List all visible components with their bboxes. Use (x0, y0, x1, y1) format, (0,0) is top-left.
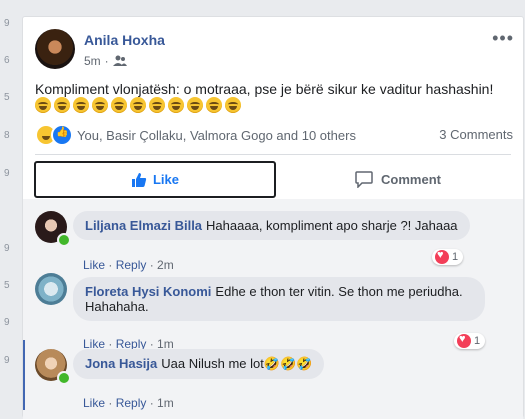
post-time[interactable]: 5m (84, 54, 101, 68)
comment-text: Hahaaaa, kompliment apo sharje ?! Jahaaa (206, 218, 458, 233)
comments-count[interactable]: 3 Comments (439, 127, 513, 142)
grinning-emoji-icon (187, 97, 203, 113)
grinning-emoji-icon (225, 97, 241, 113)
post-card: Anila Hoxha 5m · ••• Kompliment vlonjatë… (22, 16, 524, 419)
grinning-emoji-icon (111, 97, 127, 113)
left-strip-digit: 5 (4, 92, 10, 103)
online-indicator (57, 371, 71, 385)
post-meta: 5m · (84, 54, 127, 68)
left-strip-digit: 9 (4, 168, 10, 179)
comment-like-link[interactable]: Like (83, 396, 105, 410)
comment-actions: Like · Reply · 1m (83, 396, 174, 410)
comment-time[interactable]: 1m (157, 396, 174, 410)
reaction-count: 1 (452, 251, 459, 263)
grinning-emoji-icon (206, 97, 222, 113)
comment-item: Jona Hasija Uaa Nilush me lot🤣🤣🤣 Like · R… (23, 343, 523, 413)
like-label: Like (152, 172, 179, 187)
comment-button[interactable]: Comment (283, 163, 513, 196)
comments-section: Liljana Elmazi Billa Hahaaaa, kompliment … (23, 199, 523, 419)
left-strip-digit: 8 (4, 130, 10, 141)
more-options-icon[interactable]: ••• (492, 28, 514, 49)
reactors-text[interactable]: You, Basir Çollaku, Valmora Gogo and 10 … (77, 128, 356, 143)
author-name[interactable]: Anila Hoxha (84, 32, 165, 48)
grinning-emoji-icon (130, 97, 146, 113)
comment-item: Liljana Elmazi Billa Hahaaaa, kompliment … (23, 205, 523, 272)
comment-bubble: Jona Hasija Uaa Nilush me lot🤣🤣🤣 (73, 349, 325, 379)
divider (35, 154, 511, 155)
comment-item: Floreta Hysi Konomi Edhe e thon ter vitin… (23, 267, 523, 355)
friends-icon (112, 55, 127, 66)
left-strip-digit: 5 (4, 280, 10, 291)
grinning-emoji-icon (168, 97, 184, 113)
grinning-emoji-icon (149, 97, 165, 113)
comment-reply-link[interactable]: Reply (116, 396, 147, 410)
grinning-emoji-icon (73, 97, 89, 113)
left-strip-digit: 9 (4, 355, 10, 366)
comment-bubble: Liljana Elmazi Billa Hahaaaa, kompliment … (73, 211, 470, 240)
reactions-summary[interactable]: You, Basir Çollaku, Valmora Gogo and 10 … (35, 124, 356, 146)
heart-icon (435, 249, 449, 264)
commenter-avatar[interactable] (35, 273, 67, 305)
comment-icon (355, 171, 373, 188)
comment-reactions[interactable]: 1 (432, 249, 464, 265)
post-text: Kompliment vlonjatësh: o motraaa, pse je… (35, 81, 494, 97)
grinning-emoji-icon (54, 97, 70, 113)
author-avatar[interactable] (35, 29, 75, 69)
grinning-emoji-icon (92, 97, 108, 113)
comment-text: Uaa Nilush me lot🤣🤣🤣 (161, 356, 313, 371)
commenter-name[interactable]: Floreta Hysi Konomi (85, 284, 211, 299)
like-reaction-icon (51, 124, 73, 146)
comment-bubble: Floreta Hysi Konomi Edhe e thon ter vitin… (73, 277, 485, 321)
like-button[interactable]: Like (34, 161, 276, 198)
emoji-row (35, 97, 241, 113)
commenter-name[interactable]: Liljana Elmazi Billa (85, 218, 202, 233)
left-strip-digit: 9 (4, 317, 10, 328)
grinning-emoji-icon (35, 97, 51, 113)
comment-label: Comment (381, 172, 441, 187)
commenter-name[interactable]: Jona Hasija (85, 356, 157, 371)
left-strip-digit: 9 (4, 243, 10, 254)
left-strip-digit: 9 (4, 18, 10, 29)
thumbs-up-icon (131, 172, 147, 187)
left-strip: 9 6 5 8 9 9 5 9 9 (0, 0, 22, 404)
online-indicator (57, 233, 71, 247)
left-strip-digit: 6 (4, 55, 10, 66)
